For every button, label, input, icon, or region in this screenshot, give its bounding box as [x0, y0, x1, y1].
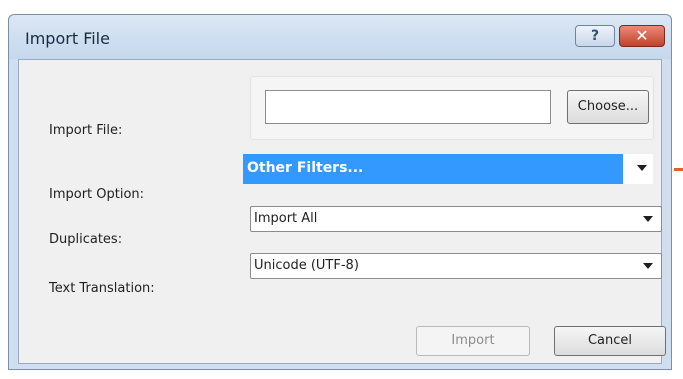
import-button[interactable]: Import: [416, 326, 530, 356]
edge-marker: [674, 168, 683, 171]
title-bar[interactable]: Import File ? ✕: [9, 15, 671, 59]
cancel-button[interactable]: Cancel: [554, 326, 666, 356]
duplicates-select[interactable]: Import All: [250, 206, 662, 232]
import-option-select[interactable]: Other Filters...: [243, 154, 653, 184]
text-translation-value: Unicode (UTF-8): [254, 258, 359, 273]
text-translation-select[interactable]: Unicode (UTF-8): [250, 253, 662, 279]
import-file-field[interactable]: [265, 90, 551, 124]
import-file-dialog: Import File ? ✕ Import File: Choose... I…: [8, 14, 672, 370]
text-translation-label: Text Translation:: [49, 281, 155, 296]
import-option-value: Other Filters...: [247, 160, 364, 176]
close-button[interactable]: ✕: [619, 25, 665, 47]
import-file-label: Import File:: [49, 123, 123, 138]
import-option-label: Import Option:: [49, 187, 145, 202]
dialog-body: Import File: Choose... Import Option: Ot…: [18, 59, 666, 364]
dialog-title: Import File: [25, 29, 110, 48]
duplicates-label: Duplicates:: [49, 232, 123, 247]
help-button[interactable]: ?: [575, 25, 615, 47]
file-picker-panel: Choose...: [250, 76, 654, 140]
chevron-down-icon[interactable]: [637, 165, 647, 171]
duplicates-value: Import All: [254, 211, 318, 226]
chevron-down-icon[interactable]: [643, 263, 653, 269]
chevron-down-icon[interactable]: [643, 216, 653, 222]
choose-button[interactable]: Choose...: [567, 90, 649, 124]
